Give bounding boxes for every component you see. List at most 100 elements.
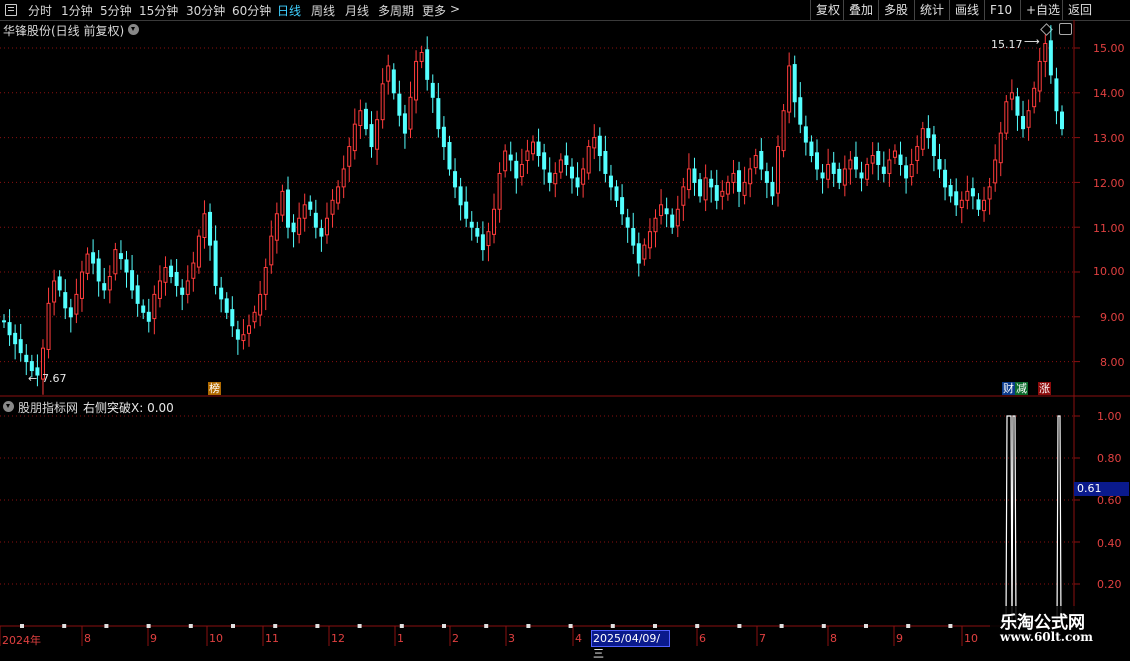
candle-body	[480, 234, 485, 251]
candle-body	[959, 199, 964, 208]
time-axis-label: 6	[699, 632, 706, 645]
candle-body	[497, 172, 502, 210]
watermark-url: www.60lt.com	[1000, 630, 1093, 644]
candle-body	[419, 51, 424, 62]
time-axis-label: 4	[575, 632, 582, 645]
time-axis-label: 10	[209, 632, 223, 645]
candle-body	[1021, 116, 1026, 130]
time-scroll-dot	[357, 624, 362, 628]
candle-body	[792, 64, 797, 103]
candle-body	[787, 65, 792, 113]
cursor-date-box: 2025/04/09/三	[591, 630, 670, 660]
candlestick-chart[interactable]	[0, 0, 1130, 650]
indicator-title: 股朋指标网	[18, 401, 79, 415]
candle-body	[725, 181, 730, 195]
candle-body	[514, 160, 519, 179]
time-scroll-dot	[273, 624, 278, 628]
candle-body	[965, 190, 970, 201]
candle-body	[475, 228, 480, 237]
cursor-value-box: 0.61	[1074, 482, 1129, 496]
candle-body	[809, 141, 814, 157]
candle-body	[581, 168, 586, 185]
candle-body	[386, 65, 391, 82]
candle-body	[848, 159, 853, 170]
time-scroll-dot	[568, 624, 573, 628]
candle-body	[853, 156, 858, 170]
candle-body	[57, 276, 62, 291]
candle-body	[135, 285, 140, 304]
candle-body	[302, 204, 307, 219]
indicator-chevron-icon[interactable]	[3, 401, 14, 412]
candle-body	[865, 163, 870, 180]
candle-body	[920, 128, 925, 150]
candle-body	[469, 221, 474, 228]
candle-body	[336, 186, 341, 204]
candle-body	[531, 141, 535, 155]
price-tick: 13.00	[1093, 132, 1125, 145]
candle-body	[263, 267, 268, 295]
candle-body	[720, 190, 725, 197]
candle-body	[102, 283, 107, 291]
candle-body	[280, 190, 285, 216]
candle-body	[85, 253, 90, 274]
candle-body	[414, 60, 419, 101]
candle-body	[224, 298, 229, 313]
price-tick: 12.00	[1093, 177, 1125, 190]
time-axis-label: 3	[508, 632, 515, 645]
candle-body	[1032, 87, 1037, 108]
time-axis-label: 10	[964, 632, 978, 645]
candle-body	[163, 267, 168, 283]
candle-body	[642, 244, 647, 260]
candle-body	[998, 132, 1003, 164]
time-scroll-dot	[20, 624, 24, 628]
candle-body	[993, 159, 998, 184]
candle-body	[542, 152, 547, 170]
candle-body	[436, 98, 441, 130]
candle-body	[219, 287, 224, 300]
candle-body	[241, 334, 246, 342]
candle-body	[369, 124, 374, 148]
time-scroll-dot	[62, 624, 67, 628]
candle-body	[881, 166, 886, 174]
time-scroll-dot	[188, 624, 193, 628]
candle-body	[798, 97, 803, 125]
candle-body	[692, 168, 697, 183]
candle-body	[887, 159, 892, 174]
candle-body	[196, 235, 201, 268]
candle-body	[391, 69, 396, 94]
candle-body	[664, 208, 669, 215]
indicator-value-label: 右侧突破X: 0.00	[83, 401, 174, 415]
reduce-badge[interactable]: 减	[1015, 382, 1028, 395]
candle-body	[859, 172, 864, 179]
candle-body	[503, 150, 508, 172]
low-price-marker: 7.67	[42, 372, 67, 385]
candle-body	[297, 217, 302, 235]
candle-body	[96, 258, 101, 282]
candle-body	[842, 168, 847, 186]
candle-body	[235, 329, 240, 340]
candle-body	[24, 354, 29, 363]
candle-body	[1060, 111, 1064, 130]
candle-body	[213, 240, 218, 286]
candle-body	[169, 265, 174, 277]
candle-body	[1009, 92, 1014, 100]
candle-body	[876, 150, 881, 165]
candle-body	[970, 188, 975, 197]
list-badge[interactable]: 榜	[208, 382, 221, 395]
candle-body	[670, 214, 675, 228]
candle-body	[976, 199, 981, 210]
indicator-tick: 0.20	[1097, 578, 1122, 591]
finance-badge[interactable]: 财	[1002, 382, 1015, 395]
candle-body	[308, 201, 313, 210]
candle-body	[447, 142, 452, 170]
candle-body	[1037, 60, 1042, 92]
candle-body	[152, 293, 157, 320]
signal-spike	[1056, 415, 1062, 627]
candle-body	[79, 271, 84, 299]
candle-body	[208, 211, 213, 246]
candle-body	[820, 172, 825, 179]
high-price-marker: 15.17	[991, 38, 1023, 51]
candle-body	[547, 172, 552, 183]
rise-badge[interactable]: 涨	[1038, 382, 1051, 395]
candle-body	[948, 185, 953, 197]
